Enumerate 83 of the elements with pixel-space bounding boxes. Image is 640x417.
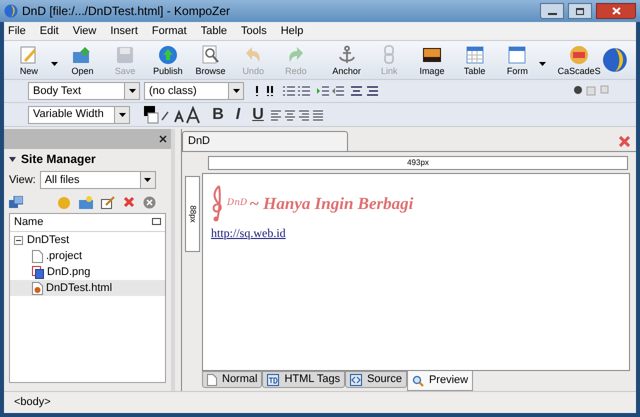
menu-item[interactable]: Insert: [110, 22, 138, 40]
toolbar-button[interactable]: Image: [411, 41, 453, 79]
width-ruler: 493px: [208, 156, 628, 170]
panel-title: Site Manager: [21, 151, 96, 168]
image-file-icon: [32, 266, 44, 278]
column-picker-icon[interactable]: [152, 218, 161, 227]
menu-item[interactable]: View: [72, 22, 96, 40]
text-style-button[interactable]: B: [210, 102, 226, 126]
dropdown-button[interactable]: [228, 83, 243, 99]
view-label: View:: [9, 172, 36, 188]
close-icon: [612, 7, 620, 15]
color-swatch-icon[interactable]: [144, 106, 170, 124]
caret-icon: [50, 62, 58, 66]
logo-text: ~ Hanya Ingin Berbagi: [249, 193, 414, 216]
close-button[interactable]: [596, 3, 636, 19]
toolbar-button[interactable]: Publish: [146, 41, 189, 79]
toolbar-button[interactable]: CaScadeS: [558, 41, 600, 79]
toolbar-button[interactable]: Form: [496, 41, 538, 79]
magnifier-icon: [412, 374, 424, 386]
view-select[interactable]: All files: [40, 171, 156, 189]
view-tab[interactable]: Normal: [202, 371, 262, 388]
globe-icon: [156, 44, 179, 64]
status-text: <body>: [14, 395, 51, 410]
dropdown-button[interactable]: [140, 172, 155, 188]
height-ruler: 88px: [185, 176, 200, 252]
form-window-icon: [506, 44, 528, 64]
new-folder-icon[interactable]: [79, 196, 93, 208]
file-icon: [32, 250, 43, 262]
view-tab[interactable]: HTML Tags: [262, 371, 346, 388]
menu-item[interactable]: Help: [280, 22, 304, 40]
toolbar-button[interactable]: Anchor: [326, 41, 368, 79]
page-icon: [207, 374, 217, 386]
stop-icon[interactable]: [143, 196, 156, 208]
app-globe-icon: [4, 4, 18, 18]
toolbar-button[interactable]: Open: [62, 41, 104, 79]
list-icon[interactable]: [282, 85, 312, 97]
toolbar-button[interactable]: Table: [454, 41, 496, 79]
paragraph-style-select[interactable]: Body Text: [28, 82, 140, 100]
edit-icon[interactable]: [101, 196, 115, 208]
document-tab[interactable]: DnD: [182, 131, 348, 151]
view-tab[interactable]: Source: [345, 371, 407, 388]
toolbar-button[interactable]: Browse: [190, 41, 232, 79]
close-icon[interactable]: [159, 135, 167, 143]
toolbar-button[interactable]: New: [8, 41, 50, 79]
td-tag-icon: [267, 374, 280, 386]
font-select[interactable]: Variable Width: [28, 106, 130, 124]
column-header[interactable]: Name: [10, 214, 165, 232]
indent-icon[interactable]: [316, 85, 346, 97]
class-select[interactable]: (no class): [144, 82, 244, 100]
caret-icon: [144, 178, 152, 182]
tree-item[interactable]: DnDTest.html: [10, 280, 165, 296]
tree-item[interactable]: DnDTest: [10, 232, 165, 248]
logo-mark: DnD: [227, 197, 248, 210]
dropdown-button[interactable]: [114, 106, 129, 122]
caret-icon: [232, 89, 240, 93]
globe-icon[interactable]: [602, 47, 628, 73]
collapse-icon[interactable]: [14, 236, 23, 244]
caret-icon: [539, 62, 546, 66]
menu-item[interactable]: Format: [152, 22, 187, 40]
table-icon: [464, 44, 486, 64]
code-brackets-icon: [350, 374, 362, 386]
collapse-triangle-icon[interactable]: [9, 156, 16, 162]
hyperlink[interactable]: http://sq.web.id: [211, 226, 286, 240]
text-style-button[interactable]: U: [250, 102, 266, 126]
menu-item[interactable]: Table: [200, 22, 228, 40]
caret-icon: [128, 89, 136, 93]
menu-item[interactable]: File: [8, 22, 26, 40]
menu-item[interactable]: Edit: [40, 22, 59, 40]
sites-icon[interactable]: [9, 196, 23, 208]
delete-icon[interactable]: [123, 196, 135, 208]
caret-icon: [118, 112, 126, 116]
maximize-button[interactable]: [568, 3, 592, 19]
menu-item[interactable]: Tools: [241, 22, 267, 40]
text-align-icon[interactable]: [270, 108, 326, 120]
text-style-button[interactable]: I: [230, 102, 246, 126]
dropdown-button[interactable]: [124, 83, 139, 99]
view-tab[interactable]: Preview: [406, 371, 474, 391]
minimize-button[interactable]: [540, 3, 564, 19]
tree-item[interactable]: DnD.png: [10, 264, 165, 280]
align-icon[interactable]: [350, 85, 380, 97]
html-file-icon: [32, 282, 43, 294]
tree-item[interactable]: .project: [10, 248, 165, 264]
window-title: DnD [file:/.../DnDTest.html] - KompoZer: [22, 3, 230, 20]
